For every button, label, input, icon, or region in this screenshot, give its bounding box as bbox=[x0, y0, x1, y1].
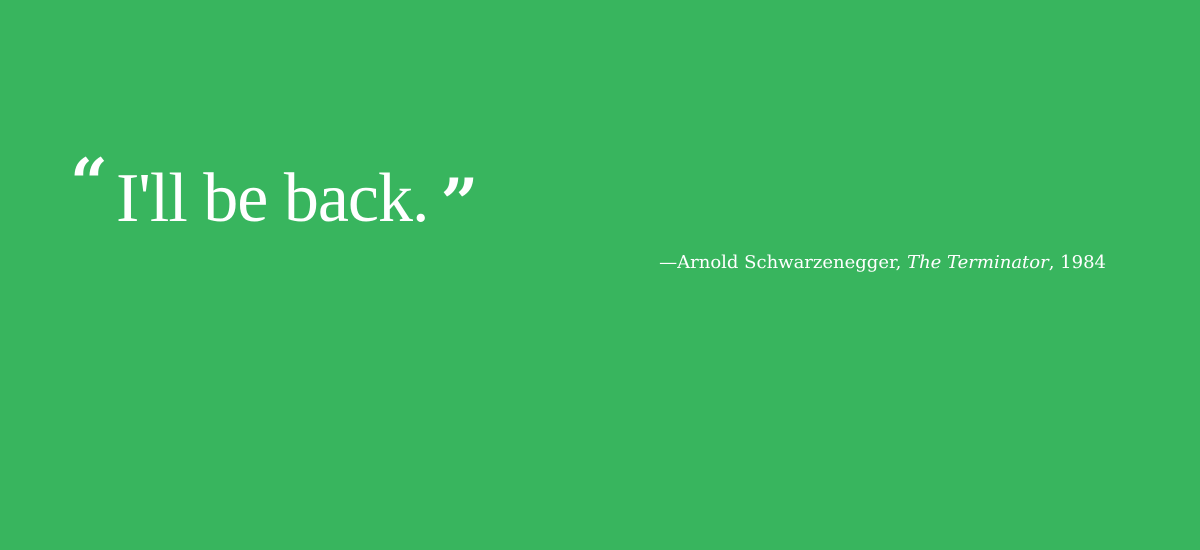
quote-text: I'll be back. bbox=[115, 160, 430, 237]
open-quote-mark: “ bbox=[70, 144, 108, 222]
page: { "quote": { "open_mark": "“", "text": "… bbox=[0, 0, 1200, 550]
quote-line: “ I'll be back. ” bbox=[70, 150, 1130, 248]
attribution-author: —Arnold Schwarzenegger, bbox=[659, 252, 908, 273]
quote-block: “ I'll be back. ” bbox=[70, 150, 1130, 248]
close-quote-mark: ” bbox=[440, 164, 479, 242]
attribution-year: , 1984 bbox=[1048, 252, 1106, 273]
attribution-film: The Terminator bbox=[907, 252, 1049, 273]
attribution: —Arnold Schwarzenegger, The Terminator, … bbox=[659, 251, 1106, 275]
